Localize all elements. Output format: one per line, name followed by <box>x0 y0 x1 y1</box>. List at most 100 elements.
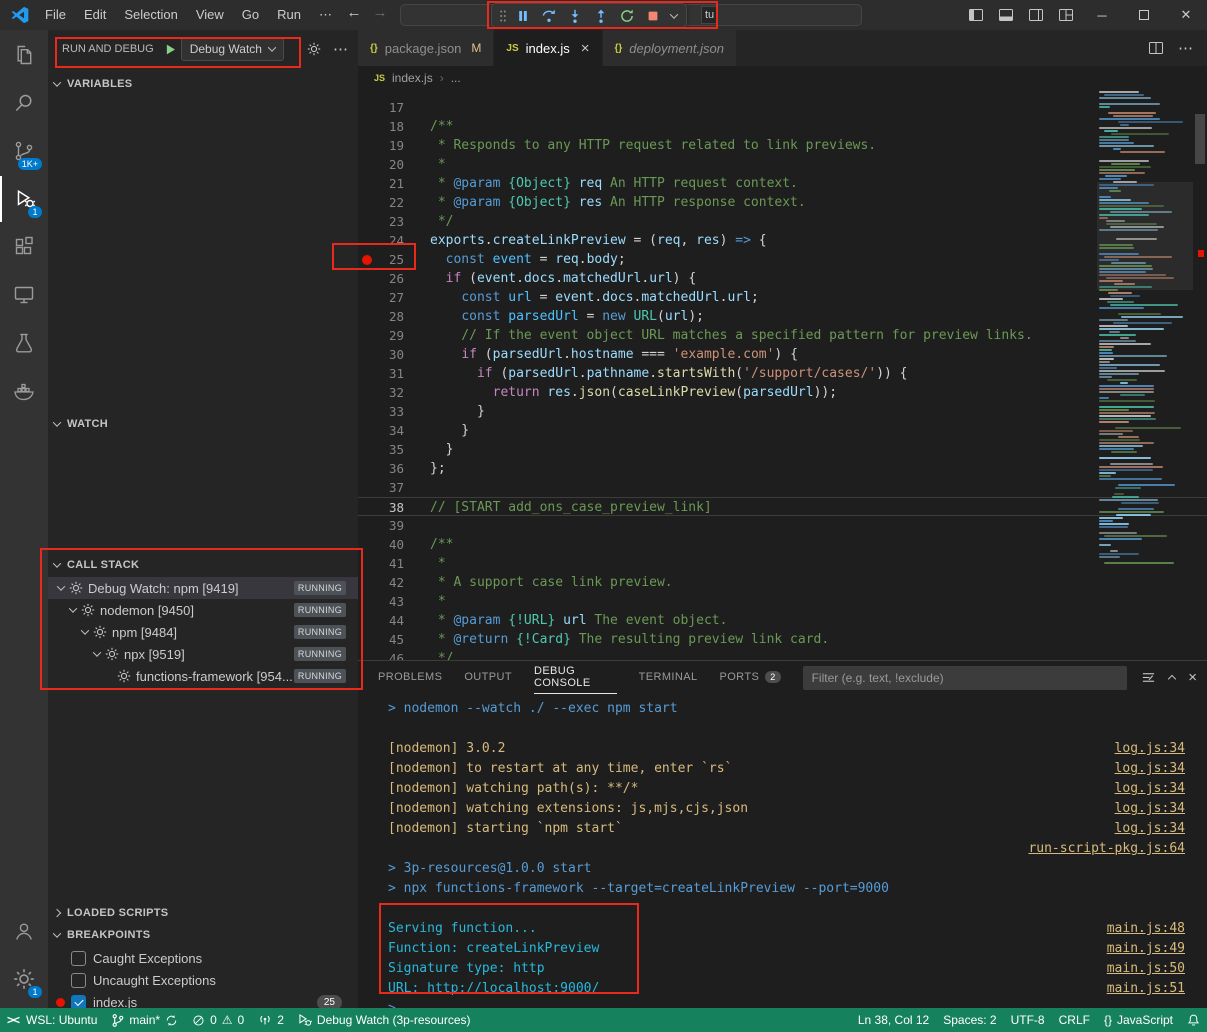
section-call-stack[interactable]: CALL STACK <box>48 555 358 575</box>
breakpoint-item[interactable]: Uncaught Exceptions <box>48 969 358 991</box>
tab-index.js[interactable]: JSindex.js× <box>494 30 602 66</box>
toggle-sidebar-icon[interactable] <box>961 0 991 30</box>
menu-run[interactable]: Run <box>268 4 310 26</box>
activity-search-icon[interactable] <box>0 80 48 126</box>
glyph-margin[interactable] <box>358 478 380 497</box>
glyph-margin[interactable] <box>358 288 380 307</box>
glyph-margin[interactable] <box>358 611 380 630</box>
notifications-bell[interactable] <box>1180 1008 1207 1032</box>
panel-tab-ports[interactable]: PORTS2 <box>719 661 780 694</box>
activity-explorer-icon[interactable] <box>0 32 48 78</box>
chevron-down-icon[interactable] <box>666 5 682 27</box>
activity-docker-icon[interactable] <box>0 368 48 414</box>
menu-go[interactable]: Go <box>233 4 268 26</box>
callstack-item[interactable]: Debug Watch: npm [9419]RUNNING <box>48 577 358 599</box>
step-out-icon[interactable] <box>588 5 614 27</box>
glyph-margin[interactable] <box>358 498 380 515</box>
tab-package.json[interactable]: {}package.jsonM <box>358 30 494 66</box>
callstack-item[interactable]: nodemon [9450]RUNNING <box>48 599 358 621</box>
source-link[interactable]: log.js:34 <box>1115 819 1185 839</box>
close-panel-icon[interactable]: × <box>1188 669 1197 686</box>
menu-file[interactable]: File <box>36 4 75 26</box>
cursor-position[interactable]: Ln 38, Col 12 <box>851 1008 936 1032</box>
split-editor-icon[interactable] <box>1148 40 1164 56</box>
glyph-margin[interactable] <box>358 516 380 535</box>
menu-selection[interactable]: Selection <box>115 4 186 26</box>
section-variables[interactable]: VARIABLES <box>48 74 358 94</box>
glyph-margin[interactable] <box>358 231 380 250</box>
menu-edit[interactable]: Edit <box>75 4 115 26</box>
glyph-margin[interactable] <box>358 136 380 155</box>
tab-deployment.json[interactable]: {}deployment.json <box>603 30 737 66</box>
glyph-margin[interactable] <box>358 592 380 611</box>
ports-indicator[interactable]: 2 <box>251 1008 291 1032</box>
section-loaded-scripts[interactable]: LOADED SCRIPTS <box>48 903 358 923</box>
settings-gear-icon[interactable]: 1 <box>0 956 48 1002</box>
breakpoint-dot[interactable] <box>362 255 372 265</box>
glyph-margin[interactable] <box>358 364 380 383</box>
source-link[interactable]: main.js:50 <box>1107 959 1185 979</box>
callstack-item[interactable]: npm [9484]RUNNING <box>48 621 358 643</box>
console-filter-input[interactable] <box>803 666 1128 690</box>
remote-indicator[interactable]: >< WSL: Ubuntu <box>0 1008 104 1032</box>
breadcrumb[interactable]: JS index.js › ... <box>358 66 1207 90</box>
glyph-margin[interactable] <box>358 421 380 440</box>
toggle-panel-icon[interactable] <box>991 0 1021 30</box>
maximize-icon[interactable] <box>1123 0 1165 30</box>
forward-arrow-icon[interactable]: → <box>368 4 392 21</box>
source-link[interactable]: log.js:34 <box>1115 779 1185 799</box>
step-over-icon[interactable] <box>536 5 562 27</box>
minimap[interactable] <box>1097 90 1193 660</box>
breadcrumb-file[interactable]: index.js <box>392 71 433 85</box>
minimize-icon[interactable]: ─ <box>1081 0 1123 30</box>
glyph-margin[interactable] <box>358 554 380 573</box>
drag-grip-icon[interactable] <box>496 5 510 27</box>
glyph-margin[interactable] <box>358 402 380 421</box>
glyph-margin[interactable] <box>358 459 380 478</box>
pause-icon[interactable] <box>510 5 536 27</box>
debug-settings-gear-icon[interactable] <box>307 42 321 56</box>
glyph-margin[interactable] <box>358 307 380 326</box>
source-link[interactable]: main.js:48 <box>1107 919 1185 939</box>
eol-sequence[interactable]: CRLF <box>1052 1008 1097 1032</box>
callstack-item[interactable]: functions-framework [954...RUNNING <box>48 665 358 687</box>
glyph-margin[interactable] <box>358 383 380 402</box>
activity-source-control-icon[interactable]: 1K+ <box>0 128 48 174</box>
scrollbar-thumb[interactable] <box>1195 114 1205 164</box>
panel-tab-debug-console[interactable]: DEBUG CONSOLE <box>534 661 617 694</box>
glyph-margin[interactable] <box>358 155 380 174</box>
glyph-margin[interactable] <box>358 345 380 364</box>
checkbox[interactable] <box>71 951 86 966</box>
glyph-margin[interactable] <box>358 212 380 231</box>
language-mode[interactable]: {} JavaScript <box>1097 1008 1180 1032</box>
source-link[interactable]: log.js:34 <box>1115 799 1185 819</box>
source-link[interactable]: main.js:49 <box>1107 939 1185 959</box>
checkbox[interactable] <box>71 995 86 1009</box>
activity-extensions-icon[interactable] <box>0 224 48 270</box>
glyph-margin[interactable] <box>358 649 380 660</box>
glyph-margin[interactable] <box>358 193 380 212</box>
glyph-margin[interactable] <box>358 98 380 117</box>
stop-icon[interactable] <box>640 5 666 27</box>
checkbox[interactable] <box>71 973 86 988</box>
start-debugging-icon[interactable] <box>164 43 177 56</box>
panel-tab-problems[interactable]: PROBLEMS <box>378 661 442 694</box>
problems-indicator[interactable]: 0 ⚠ 0 <box>185 1008 251 1032</box>
breadcrumb-symbol[interactable]: ... <box>451 71 461 85</box>
breakpoint-item[interactable]: index.js25 <box>48 991 358 1008</box>
glyph-margin[interactable] <box>358 326 380 345</box>
debug-session-indicator[interactable]: Debug Watch (3p-resources) <box>291 1008 478 1032</box>
step-into-icon[interactable] <box>562 5 588 27</box>
glyph-margin[interactable] <box>358 250 380 269</box>
git-branch[interactable]: main* <box>104 1008 185 1032</box>
glyph-margin[interactable] <box>358 117 380 136</box>
encoding[interactable]: UTF-8 <box>1004 1008 1052 1032</box>
restart-icon[interactable] <box>614 5 640 27</box>
back-arrow-icon[interactable]: ← <box>342 4 366 21</box>
source-link[interactable]: log.js:34 <box>1115 739 1185 759</box>
menu-view[interactable]: View <box>187 4 233 26</box>
maximize-panel-chevron-icon[interactable] <box>1169 670 1175 685</box>
breakpoint-item[interactable]: Caught Exceptions <box>48 947 358 969</box>
indentation[interactable]: Spaces: 2 <box>936 1008 1003 1032</box>
editor-scrollbar[interactable] <box>1193 90 1207 660</box>
